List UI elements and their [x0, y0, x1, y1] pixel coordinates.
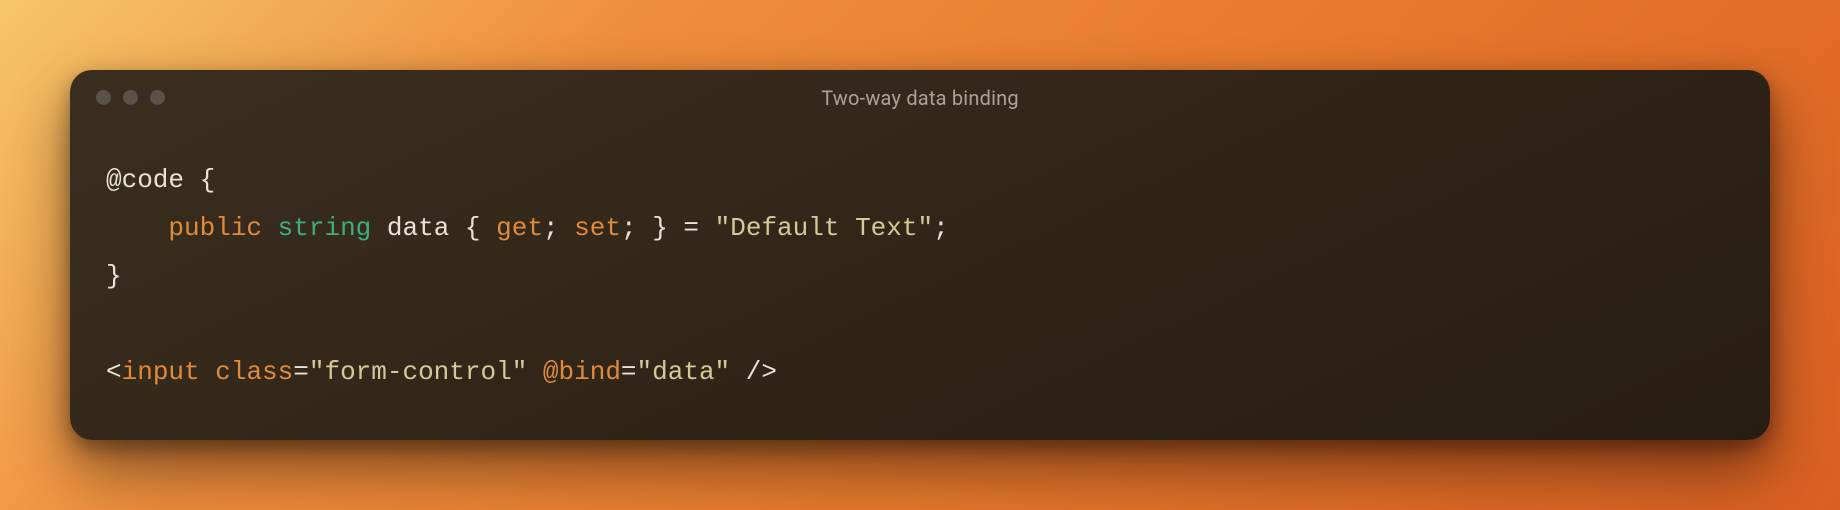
tok-string-literal: "Default Text" — [715, 213, 933, 243]
tok-at-code: @code — [106, 165, 184, 195]
code-line-2: public string data { get; set; } = "Defa… — [106, 213, 949, 243]
tok-attrval-class: "form-control" — [309, 357, 527, 387]
tok-ident-data: data — [387, 213, 449, 243]
traffic-light-zoom-icon[interactable] — [150, 90, 165, 105]
tok-string-type: string — [278, 213, 372, 243]
tok-attrval-bind: "data" — [637, 357, 731, 387]
tok-selfclose: /> — [746, 357, 777, 387]
window-titlebar: Two-way data binding — [70, 70, 1770, 126]
tok-set: set — [574, 213, 621, 243]
tok-accessor-close: } — [637, 213, 668, 243]
tok-brace-close: } — [106, 261, 122, 291]
traffic-light-minimize-icon[interactable] — [123, 90, 138, 105]
tok-indent — [106, 213, 168, 243]
window-title: Two-way data binding — [821, 86, 1019, 110]
traffic-lights — [96, 90, 165, 105]
code-window: Two-way data binding @code { public stri… — [70, 70, 1770, 440]
tok-attr-class: class — [215, 357, 293, 387]
tok-attr-bind: @bind — [543, 357, 621, 387]
code-area[interactable]: @code { public string data { get; set; }… — [70, 126, 1770, 440]
code-line-3: } — [106, 261, 122, 291]
code-line-1: @code { — [106, 165, 215, 195]
traffic-light-close-icon[interactable] — [96, 90, 111, 105]
code-line-5: <input class="form-control" @bind="data"… — [106, 357, 777, 387]
tok-lt: < — [106, 357, 122, 387]
tok-tag-input: input — [122, 357, 200, 387]
tok-brace-open: { — [184, 165, 215, 195]
tok-public: public — [168, 213, 262, 243]
tok-accessor-open: { — [465, 213, 496, 243]
tok-get: get — [496, 213, 543, 243]
